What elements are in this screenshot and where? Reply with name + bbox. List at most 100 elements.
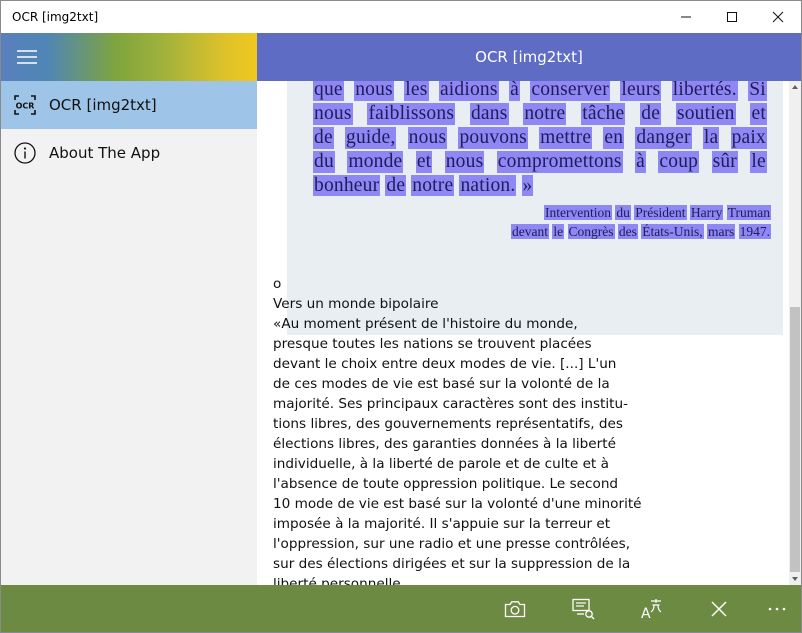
ocr-text-line: 10 mode de vie est basé sur la volonté d… xyxy=(273,496,642,512)
highlighted-word: coup xyxy=(658,151,700,173)
app-window: OCR [img2txt] OCR OCR [img2txt] About Th… xyxy=(0,0,802,633)
highlighted-word: de xyxy=(385,175,407,196)
scan-image-icon xyxy=(572,598,595,620)
caption-buttons xyxy=(663,1,801,33)
ocr-text-line: imposée à la majorité. Il s'appuie sur l… xyxy=(273,516,611,532)
highlighted-word: Si xyxy=(748,81,767,101)
highlighted-word: que xyxy=(313,81,344,101)
translate-icon: A xyxy=(641,599,662,620)
scan-image-button[interactable] xyxy=(559,585,607,632)
scroll-up-icon[interactable] xyxy=(791,83,799,91)
translate-button[interactable]: A xyxy=(627,585,675,632)
scan-text-line: du monde et nous compromettons à coup sûr le xyxy=(313,151,767,173)
highlighted-word: des xyxy=(617,224,638,239)
ocr-text-line: devant le choix entre deux modes de vie.… xyxy=(273,356,617,372)
highlighted-word: aidions xyxy=(438,81,499,101)
highlighted-word: conserver xyxy=(530,81,610,101)
more-icon xyxy=(768,607,786,611)
content-area[interactable]: que nous les aidions à conserver leurs libertés… xyxy=(257,81,789,585)
more-button[interactable] xyxy=(753,585,801,632)
title-bar: OCR [img2txt] xyxy=(1,1,801,33)
highlighted-word: le xyxy=(552,224,565,239)
highlighted-word: guide, xyxy=(345,127,397,149)
highlighted-word: tâche xyxy=(581,103,626,125)
highlighted-word: Intervention xyxy=(544,205,612,220)
svg-text:OCR: OCR xyxy=(16,102,35,111)
scroll-down-icon[interactable] xyxy=(791,575,799,583)
highlighted-word: du xyxy=(313,151,335,173)
vertical-scrollbar[interactable] xyxy=(789,81,801,585)
camera-icon xyxy=(504,601,526,618)
highlighted-word: et xyxy=(750,103,767,125)
highlighted-word: pouvons xyxy=(458,127,528,149)
ocr-text-line: élections libres, des garanties données … xyxy=(273,436,616,452)
command-bar: A xyxy=(1,585,801,632)
highlighted-word: États-Unis, xyxy=(641,224,704,239)
ocr-text-line: l'absence de toute oppression politique.… xyxy=(273,476,619,492)
scrollbar-thumb[interactable] xyxy=(790,307,800,572)
highlighted-word: compromettons xyxy=(496,151,623,173)
page-header: OCR [img2txt] xyxy=(257,33,801,81)
hamburger-bar xyxy=(1,33,257,81)
highlighted-word: monde xyxy=(347,151,404,173)
sidebar-item-about[interactable]: About The App xyxy=(1,129,257,177)
highlighted-word: mettre xyxy=(539,127,593,149)
ocr-icon: OCR xyxy=(1,95,49,115)
highlighted-word: les xyxy=(404,81,429,101)
highlighted-word: la xyxy=(702,127,720,149)
highlighted-word: faiblissons xyxy=(367,103,456,125)
sidebar-item-ocr[interactable]: OCR OCR [img2txt] xyxy=(1,81,257,129)
info-icon xyxy=(1,142,49,164)
ocr-text-line: de ces modes de vie est basé sur la volo… xyxy=(273,376,610,392)
highlighted-word: soutien xyxy=(675,103,736,125)
ocr-text-line: presque toutes les nations se trouvent p… xyxy=(273,336,592,352)
highlighted-word: en xyxy=(603,127,625,149)
scan-text-line: que nous les aidions à conserver leurs libertés… xyxy=(313,81,767,101)
scan-text-line: bonheur de notre nation. » xyxy=(313,175,534,197)
ocr-text-line: «Au moment présent de l'histoire du mond… xyxy=(273,316,578,332)
highlighted-word: 1947. xyxy=(738,224,771,239)
ocr-result-text[interactable]: o Vers un monde bipolaire «Au moment prése… xyxy=(273,274,673,585)
highlighted-word: à xyxy=(509,81,520,101)
highlighted-word: et xyxy=(415,151,433,173)
highlighted-word: notre xyxy=(523,103,567,125)
highlighted-word: devant xyxy=(511,224,549,239)
ocr-text-line: liberté personnelle. xyxy=(273,576,405,585)
close-icon xyxy=(772,11,784,23)
page-title: OCR [img2txt] xyxy=(475,48,583,66)
sidebar-item-label: OCR [img2txt] xyxy=(49,96,157,114)
highlighted-word: Harry xyxy=(689,205,724,220)
highlighted-word: sûr xyxy=(711,151,738,173)
highlighted-word: nous xyxy=(407,127,448,149)
camera-button[interactable] xyxy=(491,585,539,632)
highlighted-word: danger xyxy=(635,127,692,149)
ocr-text-line: tions libres, des gouvernements représen… xyxy=(273,416,623,432)
maximize-icon xyxy=(727,12,737,22)
clear-button[interactable] xyxy=(695,585,743,632)
scan-citation-line: Intervention du Président Harry Truman xyxy=(544,205,771,221)
sidebar-item-label: About The App xyxy=(49,144,161,162)
highlighted-word: Truman xyxy=(726,205,771,220)
highlighted-word: Congrès xyxy=(567,224,615,239)
highlighted-word: notre xyxy=(411,175,455,196)
ocr-text-line: sur des élections dirigées et sur la sup… xyxy=(273,556,631,572)
highlighted-word: mars xyxy=(707,224,736,239)
highlighted-word: leurs xyxy=(620,81,662,101)
ocr-text-line: l'oppression, sur une radio et une press… xyxy=(273,536,631,552)
svg-text:A: A xyxy=(641,606,651,620)
highlighted-word: Président xyxy=(634,205,687,220)
ocr-text-line: Vers un monde bipolaire xyxy=(273,296,439,312)
minimize-button[interactable] xyxy=(663,1,709,33)
highlighted-word: du xyxy=(615,205,631,220)
highlighted-word: nous xyxy=(313,103,353,125)
highlighted-word: à xyxy=(635,151,646,173)
hamburger-icon xyxy=(17,50,37,64)
maximize-button[interactable] xyxy=(709,1,755,33)
highlighted-word: libertés. xyxy=(671,81,738,101)
minimize-icon xyxy=(681,16,691,18)
hamburger-button[interactable] xyxy=(15,45,39,69)
close-button[interactable] xyxy=(755,1,801,33)
highlighted-word: nous xyxy=(354,81,394,101)
ocr-text-line: o xyxy=(273,276,282,292)
window-title: OCR [img2txt] xyxy=(12,10,99,24)
